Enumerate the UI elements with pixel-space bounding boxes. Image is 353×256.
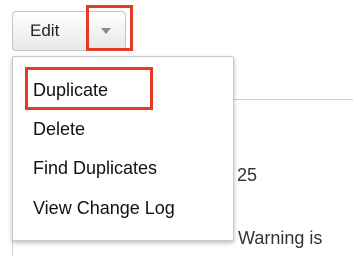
field-value-fragment: 25 bbox=[237, 165, 258, 185]
menu-item-view-change-log[interactable]: View Change Log bbox=[33, 198, 175, 219]
callout-highlight-duplicate bbox=[25, 67, 153, 110]
callout-highlight-toggle bbox=[86, 5, 133, 51]
menu-item-find-duplicates[interactable]: Find Duplicates bbox=[33, 158, 157, 179]
warning-text-fragment: Warning is bbox=[238, 228, 323, 248]
menu-item-delete[interactable]: Delete bbox=[33, 119, 85, 140]
edit-button[interactable]: Edit bbox=[12, 11, 86, 51]
